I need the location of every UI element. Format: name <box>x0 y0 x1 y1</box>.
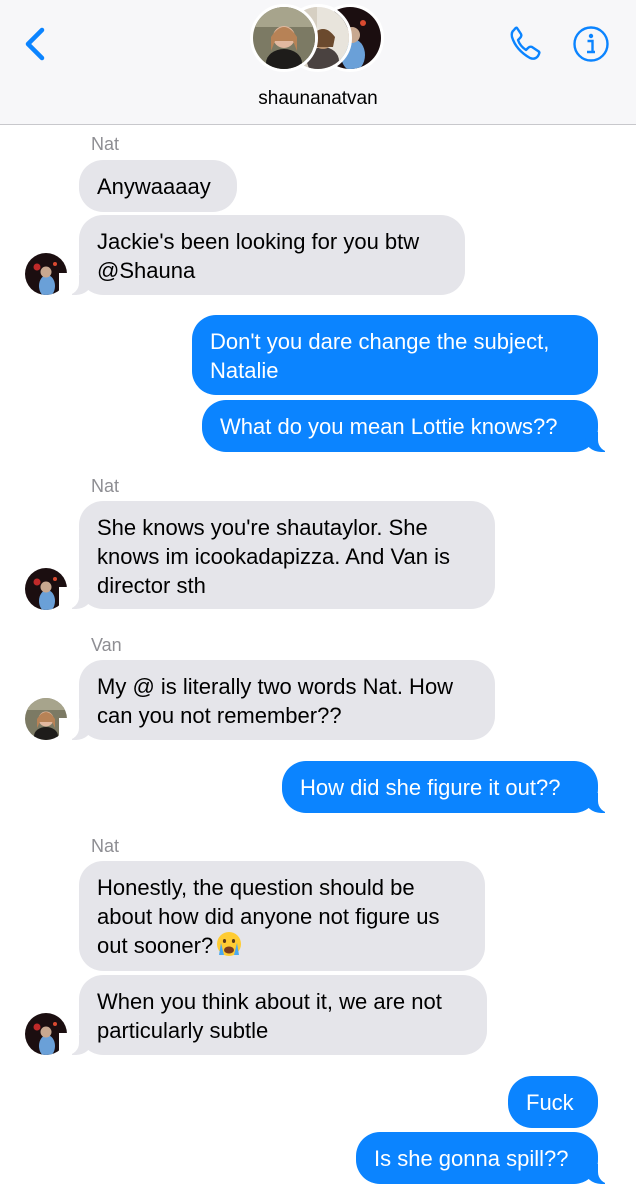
incoming-message-bubble[interactable]: Jackie's been looking for you btw @Shaun… <box>59 215 465 295</box>
outgoing-message-bubble[interactable]: How did she figure it out?? <box>282 761 618 813</box>
member-avatar-van <box>250 4 318 72</box>
group-avatar[interactable] <box>250 4 390 78</box>
info-icon <box>573 26 609 62</box>
incoming-message-bubble[interactable]: She knows you're shautaylor. She knows i… <box>59 501 495 609</box>
incoming-message-bubble[interactable]: Honestly, the question should be about h… <box>79 861 485 971</box>
sender-name: Van <box>91 635 122 655</box>
incoming-message-bubble[interactable]: Anywaaaay <box>79 160 237 212</box>
conversation-header: shaunanatvan <box>0 0 636 125</box>
phone-icon <box>510 26 541 60</box>
incoming-message-bubble[interactable]: My @ is literally two words Nat. How can… <box>59 660 495 740</box>
outgoing-message-bubble[interactable]: Don't you dare change the subject, Natal… <box>192 315 598 395</box>
crying-face-emoji <box>216 931 242 957</box>
info-button[interactable] <box>572 25 610 63</box>
outgoing-message-bubble[interactable]: What do you mean Lottie knows?? <box>202 400 618 452</box>
chevron-left-icon <box>25 27 45 61</box>
chat-screen: shaunanatvan Nat Anywaaaay Jackie's been… <box>0 0 636 1200</box>
call-button[interactable] <box>506 24 546 64</box>
sender-name: Nat <box>91 134 120 154</box>
sender-name: Nat <box>91 476 120 496</box>
outgoing-message-bubble[interactable]: Is she gonna spill?? <box>356 1132 618 1184</box>
message-text: Honestly, the question should be about h… <box>97 875 440 958</box>
chat-name[interactable]: shaunanatvan <box>0 88 636 110</box>
outgoing-message-bubble[interactable]: Fuck <box>508 1076 598 1128</box>
back-button[interactable] <box>20 24 52 64</box>
sender-name: Nat <box>91 836 120 856</box>
incoming-message-bubble[interactable]: When you think about it, we are not part… <box>59 975 487 1055</box>
